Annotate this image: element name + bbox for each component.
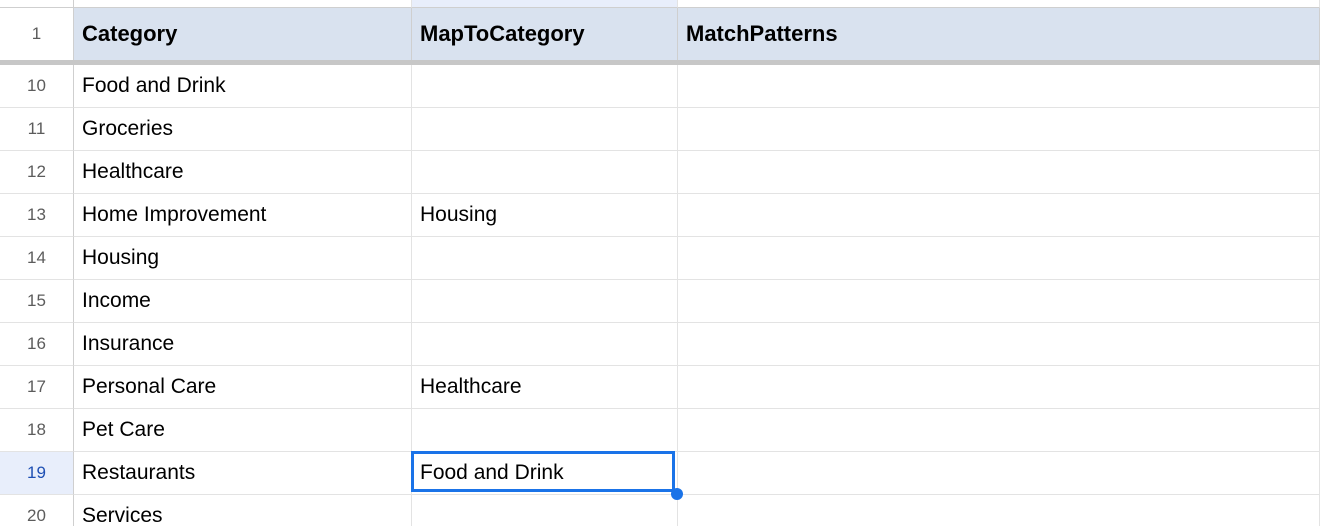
fill-handle[interactable] (671, 488, 683, 500)
col-stub-b[interactable] (412, 0, 678, 8)
row-header[interactable]: 19 (0, 452, 74, 495)
column-stub-row (0, 0, 1320, 8)
cell-b[interactable]: Food and Drink (412, 452, 678, 495)
cell-c[interactable] (678, 366, 1320, 409)
cell-c[interactable] (678, 280, 1320, 323)
cell-b[interactable] (412, 409, 678, 452)
corner-stub[interactable] (0, 0, 74, 8)
row-header[interactable]: 13 (0, 194, 74, 237)
table-row: 13Home ImprovementHousing (0, 194, 1320, 237)
cell-b[interactable] (412, 108, 678, 151)
table-row: 10Food and Drink (0, 65, 1320, 108)
table-row: 18Pet Care (0, 409, 1320, 452)
header-maptocategory[interactable]: MapToCategory (412, 8, 678, 60)
cell-c[interactable] (678, 237, 1320, 280)
cell-b[interactable] (412, 65, 678, 108)
cell-b[interactable] (412, 237, 678, 280)
table-row: 12Healthcare (0, 151, 1320, 194)
table-row: 19RestaurantsFood and Drink (0, 452, 1320, 495)
col-stub-c[interactable] (678, 0, 1320, 8)
table-row: 16Insurance (0, 323, 1320, 366)
col-stub-a[interactable] (74, 0, 412, 8)
cell-a[interactable]: Restaurants (74, 452, 412, 495)
cell-a[interactable]: Home Improvement (74, 194, 412, 237)
cell-c[interactable] (678, 108, 1320, 151)
grid-body: 10Food and Drink11Groceries12Healthcare1… (0, 65, 1320, 526)
row-header[interactable]: 16 (0, 323, 74, 366)
cell-a[interactable]: Healthcare (74, 151, 412, 194)
table-row: 17Personal CareHealthcare (0, 366, 1320, 409)
header-row: 1 Category MapToCategory MatchPatterns (0, 8, 1320, 60)
cell-c[interactable] (678, 65, 1320, 108)
row-header-1[interactable]: 1 (0, 8, 74, 60)
cell-b[interactable] (412, 323, 678, 366)
table-row: 11Groceries (0, 108, 1320, 151)
cell-c[interactable] (678, 194, 1320, 237)
cell-b[interactable] (412, 280, 678, 323)
table-row: 15Income (0, 280, 1320, 323)
cell-a[interactable]: Services (74, 495, 412, 526)
row-header[interactable]: 12 (0, 151, 74, 194)
cell-a[interactable]: Housing (74, 237, 412, 280)
cell-b[interactable] (412, 495, 678, 526)
cell-c[interactable] (678, 452, 1320, 495)
cell-b[interactable] (412, 151, 678, 194)
cell-c[interactable] (678, 151, 1320, 194)
row-header[interactable]: 15 (0, 280, 74, 323)
cell-a[interactable]: Groceries (74, 108, 412, 151)
row-header[interactable]: 18 (0, 409, 74, 452)
header-matchpatterns[interactable]: MatchPatterns (678, 8, 1320, 60)
cell-c[interactable] (678, 323, 1320, 366)
cell-a[interactable]: Food and Drink (74, 65, 412, 108)
row-header[interactable]: 10 (0, 65, 74, 108)
cell-a[interactable]: Income (74, 280, 412, 323)
row-header[interactable]: 14 (0, 237, 74, 280)
table-row: 20Services (0, 495, 1320, 526)
spreadsheet: 1 Category MapToCategory MatchPatterns 1… (0, 0, 1320, 526)
row-header[interactable]: 11 (0, 108, 74, 151)
cell-c[interactable] (678, 409, 1320, 452)
cell-b[interactable]: Healthcare (412, 366, 678, 409)
cell-a[interactable]: Insurance (74, 323, 412, 366)
header-category[interactable]: Category (74, 8, 412, 60)
table-row: 14Housing (0, 237, 1320, 280)
cell-a[interactable]: Pet Care (74, 409, 412, 452)
row-header[interactable]: 20 (0, 495, 74, 526)
cell-c[interactable] (678, 495, 1320, 526)
cell-a[interactable]: Personal Care (74, 366, 412, 409)
cell-b[interactable]: Housing (412, 194, 678, 237)
row-header[interactable]: 17 (0, 366, 74, 409)
